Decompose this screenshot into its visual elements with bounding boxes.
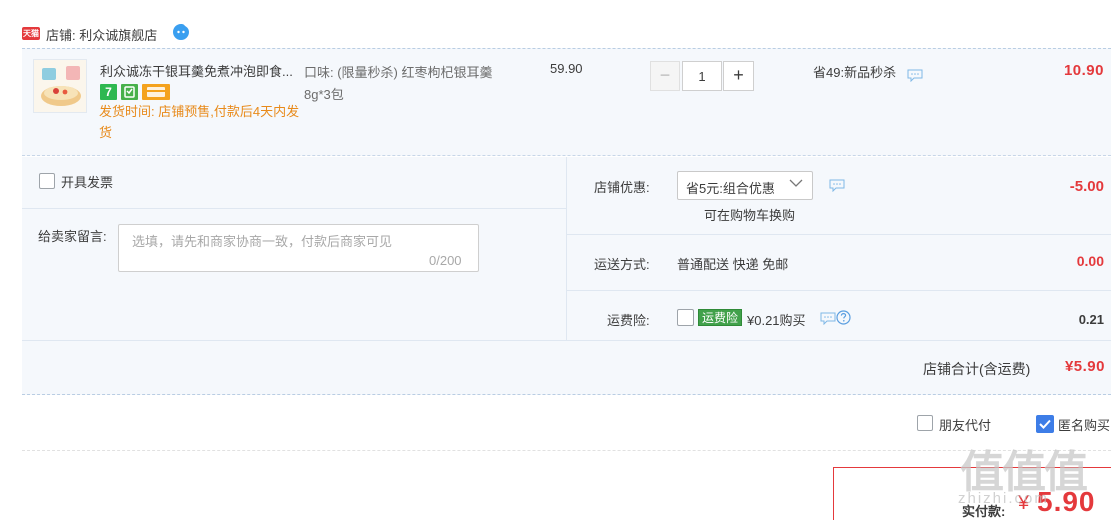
discount-message-icon[interactable] [829, 179, 845, 192]
product-title[interactable]: 利众诚冻干银耳羹免煮冲泡即食... [100, 61, 300, 80]
product-sku: 口味: (限量秒杀) 红枣枸杞银耳羹8g*3包 [304, 65, 493, 102]
shop-discount-selected: 省5元:组合优惠 [686, 181, 775, 196]
shipping-label: 运送方式: [594, 257, 650, 272]
panel-divider [567, 234, 1111, 235]
insurance-tag: 运费险 [698, 309, 743, 326]
friend-pay-label[interactable]: 朋友代付 [939, 415, 991, 434]
shop-total-amount: ¥5.90 [1064, 358, 1105, 375]
insurance-message-icon[interactable] [820, 312, 836, 325]
shipping-amount: 0.00 [1076, 253, 1104, 269]
help-icon[interactable] [836, 310, 851, 325]
product-promo-text: 省49:新品秒杀 [813, 65, 897, 80]
insurance-price: ¥0.21购买 [747, 313, 806, 328]
order-confirm-page: 天猫 店铺: 利众诚旗舰店 利众诚冻干银耳羹免煮冲泡即食... 7 发货时间: … [0, 0, 1111, 520]
shipping-method: 普通配送 快递 免邮 [677, 257, 789, 272]
chevron-down-icon [789, 179, 803, 187]
shop-name[interactable]: 店铺: 利众诚旗舰店 [46, 25, 157, 44]
shop-total-label: 店铺合计(含运费) [923, 361, 1031, 377]
quantity-increase-button[interactable]: + [723, 61, 754, 91]
panel-divider [567, 290, 1111, 291]
check-icon [1039, 419, 1051, 429]
product-promo: 省49:新品秒杀 [813, 62, 896, 81]
product-thumbnail[interactable] [33, 59, 87, 113]
quantity-decrease-button[interactable]: − [650, 61, 680, 91]
promo-message-icon[interactable] [907, 69, 923, 82]
line-total-price: 10.90 [1063, 62, 1104, 79]
invoice-checkbox[interactable] [39, 173, 55, 189]
tmall-logo-icon: 天猫 [22, 27, 40, 40]
remark-char-count: 0/200 [429, 253, 462, 268]
watermark-url: zhizhi.com [958, 490, 1049, 507]
ship-time-note: 发货时间: 店铺预售,付款后4天内发货 [99, 104, 300, 140]
panel-divider [22, 340, 1111, 341]
panel-divider [22, 208, 566, 209]
service-badge-icon [121, 84, 138, 100]
insurance-label: 运费险: [607, 313, 650, 328]
insurance-amount: 0.21 [1078, 312, 1104, 327]
remark-placeholder: 选填，请先和商家协商一致，付款后商家可见 [132, 234, 393, 249]
insurance-checkbox[interactable] [677, 309, 694, 326]
anonymous-purchase-checkbox[interactable] [1036, 415, 1054, 433]
invoice-label[interactable]: 开具发票 [61, 172, 113, 191]
quantity-input[interactable] [682, 61, 722, 91]
wangwang-chat-icon[interactable] [172, 23, 190, 41]
shop-discount-note: 可在购物车换购 [704, 208, 796, 223]
friend-pay-checkbox[interactable] [917, 415, 933, 431]
section-divider [22, 450, 1111, 451]
panel-divider [566, 157, 567, 340]
remark-label: 给卖家留言: [38, 229, 107, 244]
seven-day-return-badge-icon: 7 [100, 84, 117, 100]
unit-price: 59.90 [550, 61, 583, 76]
shop-discount-label: 店铺优惠: [594, 180, 650, 195]
card-payment-badge-icon [142, 84, 170, 100]
shop-discount-amount: -5.00 [1069, 178, 1104, 195]
anonymous-purchase-label[interactable]: 匿名购买 [1058, 415, 1110, 434]
